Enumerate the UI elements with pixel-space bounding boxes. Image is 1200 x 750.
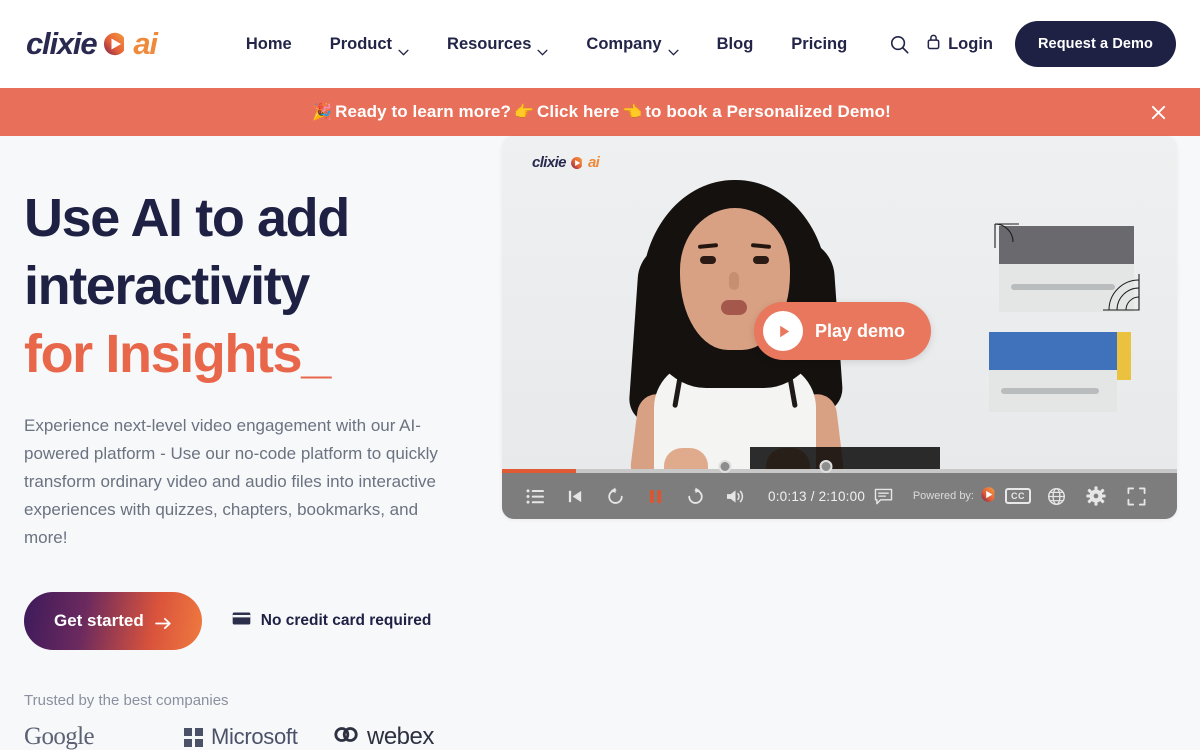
promo-banner: 🎉 Ready to learn more? 👉 Click here 👈 to…	[0, 88, 1200, 136]
headline-line-2: interactivity	[24, 256, 310, 317]
powered-by-label: Powered by:	[912, 490, 974, 502]
request-demo-button[interactable]: Request a Demo	[1014, 21, 1176, 67]
play-demo-label: Play demo	[815, 320, 906, 341]
closed-captions-button[interactable]: CC	[1005, 488, 1031, 504]
logo-microsoft: Microsoft	[184, 724, 334, 750]
search-icon[interactable]	[882, 27, 916, 61]
video-player[interactable]: clixie ai Play demo 0:0:13 / 2:10:00 Pow…	[502, 136, 1177, 519]
headline-accent: for Insights	[24, 324, 303, 385]
video-slide-graphic	[989, 223, 1140, 412]
clixie-play-mark-icon	[980, 486, 997, 506]
login-link[interactable]: Login	[916, 25, 1007, 63]
promo-banner-text: 🎉 Ready to learn more? 👉 Click here 👈 to…	[309, 102, 891, 122]
party-popper-emoji: 🎉	[312, 104, 333, 121]
nav-item-product[interactable]: Product	[311, 27, 428, 62]
site-logo[interactable]: clixie ai	[26, 26, 158, 62]
logo-webex-label: webex	[367, 723, 434, 750]
nav-item-pricing[interactable]: Pricing	[772, 27, 866, 62]
fullscreen-icon[interactable]	[1119, 479, 1153, 513]
pointing-left-emoji: 👈	[622, 104, 643, 121]
video-duration: 2:10:00	[818, 488, 866, 504]
nav-item-blog-label: Blog	[716, 34, 754, 53]
headline-cursor: _	[301, 324, 331, 385]
chevron-down-icon	[668, 42, 679, 56]
video-controls-row: 0:0:13 / 2:10:00 Powered by: CC	[502, 473, 1177, 519]
pointing-right-emoji: 👉	[513, 104, 534, 121]
clixie-play-mark-icon	[570, 156, 584, 170]
get-started-label: Get started	[54, 611, 144, 631]
clixie-play-mark-icon	[102, 31, 128, 57]
nav-item-company-label: Company	[586, 34, 662, 53]
fan-flourish-icon	[1103, 274, 1140, 311]
logo-microsoft-label: Microsoft	[211, 724, 298, 750]
promo-text-after: to book a Personalized Demo!	[645, 102, 891, 121]
no-credit-card-note: No credit card required	[232, 612, 432, 630]
nav-item-resources[interactable]: Resources	[428, 27, 567, 62]
video-controls-right: Powered by: CC	[867, 479, 1159, 513]
nav-item-home-label: Home	[245, 34, 292, 53]
trusted-logos: Google Microsoft webex	[24, 723, 500, 750]
chevron-down-icon	[398, 42, 409, 56]
video-watermark-ai: ai	[587, 154, 600, 171]
headline-line-1: Use AI to add	[24, 188, 350, 248]
nav-item-pricing-label: Pricing	[791, 34, 848, 53]
nav-item-product-label: Product	[329, 34, 393, 53]
logo-text-clixie: clixie	[26, 26, 98, 61]
nav-item-blog[interactable]: Blog	[698, 27, 773, 62]
play-demo-button[interactable]: Play demo	[754, 302, 932, 360]
chapter-marker[interactable]	[718, 460, 732, 473]
arrow-right-icon	[154, 615, 172, 629]
logo-webex: webex	[334, 723, 500, 750]
logo-google: Google	[24, 723, 184, 750]
video-watermark: clixie ai	[532, 154, 600, 171]
corner-flourish-icon	[994, 223, 1019, 248]
video-watermark-clixie: clixie	[532, 154, 567, 171]
skip-previous-icon[interactable]	[558, 479, 592, 513]
fast-forward-icon[interactable]	[678, 479, 712, 513]
no-credit-card-label: No credit card required	[260, 612, 432, 630]
get-started-button[interactable]: Get started	[24, 592, 202, 651]
hero-cta-row: Get started No credit card required	[24, 592, 500, 651]
trusted-by-label: Trusted by the best companies	[24, 692, 229, 710]
close-icon[interactable]	[1146, 100, 1170, 124]
playlist-icon[interactable]	[518, 479, 552, 513]
nav-item-home[interactable]: Home	[227, 27, 311, 62]
promo-click-here-link[interactable]: Click here	[537, 102, 619, 122]
landing-page: clixie ai Home Product Resources Company…	[0, 0, 1200, 750]
video-time-separator: /	[810, 488, 815, 504]
hero-content: Use AI to add interactivity for Insights…	[0, 136, 500, 750]
video-current-time: 0:0:13	[768, 488, 807, 504]
comment-icon[interactable]	[867, 479, 901, 513]
globe-icon[interactable]	[1039, 479, 1073, 513]
volume-icon[interactable]	[718, 479, 752, 513]
webex-icon	[334, 727, 359, 747]
nav-item-resources-label: Resources	[447, 34, 532, 53]
hero-video-area: clixie ai Play demo 0:0:13 / 2:10:00 Pow…	[500, 136, 1200, 750]
lock-icon	[926, 33, 941, 55]
logo-google-label: Google	[24, 723, 95, 750]
login-label: Login	[948, 34, 993, 53]
hero-paragraph: Experience next-level video engagement w…	[24, 416, 438, 548]
nav-links: Home Product Resources Company Blog Pric…	[227, 27, 866, 62]
video-time-display: 0:0:13 / 2:10:00	[768, 489, 865, 504]
gear-icon[interactable]	[1079, 479, 1113, 513]
nav-item-company[interactable]: Company	[567, 27, 697, 62]
credit-card-icon	[232, 612, 251, 630]
chapter-marker[interactable]	[819, 460, 833, 473]
video-controls-bar: 0:0:13 / 2:10:00 Powered by: CC	[502, 460, 1177, 519]
page-title: Use AI to add interactivity for Insights…	[24, 184, 500, 388]
promo-text-before: Ready to learn more?	[335, 102, 511, 121]
powered-by: Powered by:	[913, 486, 997, 506]
play-icon	[763, 311, 803, 351]
top-navigation-bar: clixie ai Home Product Resources Company…	[0, 0, 1200, 88]
hero-section: Use AI to add interactivity for Insights…	[0, 136, 1200, 750]
pause-icon[interactable]	[638, 479, 672, 513]
logo-text-ai: ai	[133, 26, 158, 61]
rewind-icon[interactable]	[598, 479, 632, 513]
chevron-down-icon	[537, 42, 548, 56]
microsoft-grid-icon	[184, 727, 203, 747]
nav-right-actions: Login Request a Demo	[882, 21, 1176, 67]
